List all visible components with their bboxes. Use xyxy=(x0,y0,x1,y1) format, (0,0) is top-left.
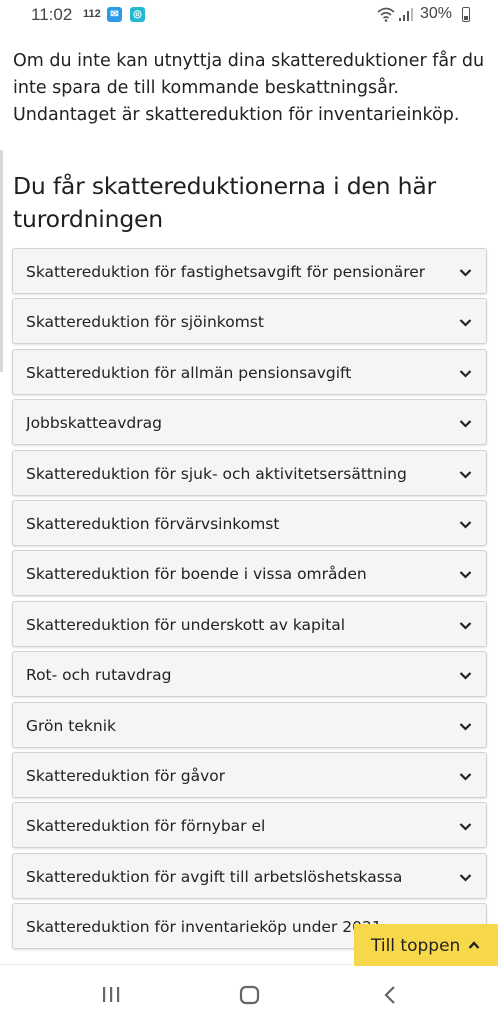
accordion-item[interactable]: Rot- och rutavdrag xyxy=(12,651,487,698)
accordion-item[interactable]: Skattereduktion för sjöinkomst xyxy=(12,298,487,345)
chevron-down-icon xyxy=(459,873,472,882)
accordion-item-label: Skattereduktion för allmän pensionsavgif… xyxy=(26,363,352,382)
accordion-item[interactable]: Skattereduktion för boende i vissa områd… xyxy=(12,550,487,597)
wifi-icon xyxy=(377,7,395,22)
accordion-item[interactable]: Skattereduktion för sjuk- och aktivitets… xyxy=(12,449,487,496)
accordion-item[interactable]: Skattereduktion för allmän pensionsavgif… xyxy=(12,348,487,395)
chevron-down-icon xyxy=(459,420,472,428)
chevron-down-icon xyxy=(459,621,472,630)
accordion-list: Skattereduktion för fastighetsavgift för… xyxy=(12,248,487,953)
intro-paragraph: Om du inte kan utnyttja dina skattereduk… xyxy=(13,51,485,125)
accordion-item-label: Skattereduktion för gåvor xyxy=(26,766,226,785)
accordion-item-label: Rot- och rutavdrag xyxy=(26,666,172,685)
accordion-item[interactable]: Jobbskatteavdrag xyxy=(12,399,487,446)
section-title: Du får skattereduktionerna i den här tur… xyxy=(13,172,436,233)
accordion-item-label: Skattereduktion för underskott av kapita… xyxy=(26,615,346,634)
accordion-item-label: Jobbskatteavdrag xyxy=(26,414,162,433)
accordion-item[interactable]: Skattereduktion för underskott av kapita… xyxy=(12,600,487,647)
notification-app-icon: ✉ xyxy=(107,7,122,22)
chevron-down-icon xyxy=(459,571,472,579)
to-top-button[interactable]: Till toppen xyxy=(354,924,498,968)
accordion-item-label: Skattereduktion för fastighetsavgift för… xyxy=(26,263,426,281)
battery-icon xyxy=(462,7,470,22)
accordion-item[interactable]: Skattereduktion för gåvor xyxy=(12,751,487,798)
home-icon[interactable] xyxy=(238,984,262,1006)
accordion-item[interactable]: Skattereduktion förvärvsinkomst xyxy=(12,499,487,546)
back-icon[interactable] xyxy=(380,984,400,1006)
accordion-item-label: Skattereduktion för förnybar el xyxy=(26,817,266,836)
side-edge-handle xyxy=(0,150,3,372)
status-bar: 11:02 112 ✉ ◎ 30% xyxy=(0,0,498,34)
accordion-item[interactable]: Grön teknik xyxy=(12,701,487,748)
accordion-item-label: Skattereduktion för sjuk- och aktivitets… xyxy=(26,464,407,483)
battery-percentage: 30% xyxy=(420,5,453,22)
chevron-down-icon xyxy=(459,521,472,529)
chevron-up-icon xyxy=(468,941,480,949)
accordion-item[interactable]: Skattereduktion för förnybar el xyxy=(12,802,487,849)
accordion-item-label: Skattereduktion för avgift till arbetslö… xyxy=(26,867,403,886)
chevron-down-icon xyxy=(459,319,472,327)
system-navigation-bar xyxy=(0,966,498,1024)
accordion-item-label: Grön teknik xyxy=(26,716,116,735)
chevron-down-icon xyxy=(459,672,472,680)
to-top-label: Till toppen xyxy=(371,936,461,956)
chevron-down-icon xyxy=(459,722,472,731)
accordion-item[interactable]: Skattereduktion för avgift till arbetslö… xyxy=(12,852,487,899)
status-badge: 112 xyxy=(83,8,101,20)
accordion-item-label: Skattereduktion för inventarieköp under … xyxy=(26,918,382,937)
chevron-down-icon xyxy=(459,269,472,277)
chevron-down-icon xyxy=(459,823,472,831)
accordion-item-label: Skattereduktion för sjöinkomst xyxy=(26,313,264,332)
chevron-down-icon xyxy=(459,773,472,781)
chevron-down-icon xyxy=(459,470,472,479)
chevron-down-icon xyxy=(459,370,472,378)
notification-app-icon-2: ◎ xyxy=(130,7,145,22)
signal-icon xyxy=(399,8,413,21)
accordion-item-label: Skattereduktion förvärvsinkomst xyxy=(26,514,280,533)
recent-apps-icon[interactable] xyxy=(100,984,122,1004)
accordion-item-label: Skattereduktion för boende i vissa områd… xyxy=(26,565,367,584)
status-time: 11:02 xyxy=(31,5,73,24)
accordion-item[interactable]: Skattereduktion för fastighetsavgift för… xyxy=(12,248,487,294)
